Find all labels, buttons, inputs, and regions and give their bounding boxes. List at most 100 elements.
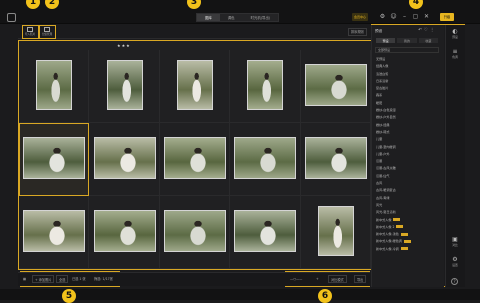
photo-cell[interactable] [159, 50, 231, 123]
side-compare[interactable]: ▣ 对比 [446, 236, 464, 247]
tab-color[interactable]: 调色 [220, 14, 243, 21]
sliders-icon: ≡ [452, 48, 458, 55]
preset-item[interactable]: 儿童-户外 [376, 151, 438, 158]
preset-item[interactable]: 新中式人像-浅色 [376, 231, 438, 238]
preset-item[interactable]: 新中式人像-暖色调 [376, 238, 438, 245]
preset-item-label: 新中式人像-冷调 [376, 246, 399, 251]
gallery-toolbar [18, 25, 372, 39]
preset-item-label: 古风-青绿 [376, 195, 390, 200]
tab-mine[interactable]: 我的 [396, 37, 418, 44]
preset-item[interactable]: 婚纱-经典 [376, 122, 438, 129]
preset-item-label: 汉服-仙气 [376, 173, 390, 178]
side-tone[interactable]: ≡ 色调 [446, 48, 464, 59]
add-photo-button[interactable]: + 添加照片 [32, 275, 55, 283]
highlight-import [22, 25, 39, 39]
photo-thumbnail [23, 209, 86, 252]
preset-item-label: 复古胶片 [376, 86, 389, 91]
upgrade-button[interactable]: 升级 [440, 13, 454, 21]
preset-item[interactable]: 日系清新 [376, 78, 438, 85]
photo-cell[interactable] [159, 123, 231, 196]
preset-item[interactable]: 儿童 [376, 136, 438, 143]
settings-icon[interactable]: ⚙ [378, 13, 387, 21]
sort-button[interactable]: 排序规则 [348, 28, 367, 36]
minimize-icon[interactable]: – [400, 13, 409, 21]
preset-item[interactable]: 清透白皙 [376, 71, 438, 78]
photo-image [235, 137, 296, 178]
preset-item-label: 儿童-户外 [376, 151, 390, 156]
preset-item[interactable]: 新中式人像-冷调 [376, 246, 438, 253]
preset-category-select[interactable]: 全部预设 [375, 47, 439, 53]
side-settings[interactable]: ⚙ 设置 [446, 256, 464, 267]
close-icon[interactable]: ✕ [422, 13, 431, 21]
tab-gallery[interactable]: 图库 [197, 14, 220, 21]
side-preset[interactable]: ◐ 预设 [446, 28, 464, 39]
photo-image [318, 206, 353, 255]
rating-stars: ★★★ [117, 43, 131, 48]
window-controls: ⚙ ☺ – ▢ ✕ [378, 13, 431, 21]
compare-mode-button[interactable]: 对比模式 [328, 275, 347, 283]
zoom-plus-icon[interactable]: + [316, 275, 319, 283]
photo-thumbnail [234, 136, 297, 179]
photo-image [107, 60, 142, 109]
tab-presets[interactable]: 预设 [375, 37, 397, 44]
preset-item[interactable]: 婚纱-白色浪漫 [376, 107, 438, 114]
preset-item[interactable]: 汉服-古风淡雅 [376, 165, 438, 172]
preset-item-label: 古风-暖调复古 [376, 188, 396, 193]
preset-item[interactable]: 经典人像 [376, 63, 438, 70]
highlight-manage [39, 25, 56, 39]
vip-center-button[interactable]: 会员中心 [352, 13, 369, 21]
preset-item-label: 婚纱-户外自然 [376, 115, 396, 120]
help-icon[interactable]: ? [451, 278, 458, 285]
preset-item-label: 汉服-古风淡雅 [376, 166, 396, 171]
new-badge [393, 218, 401, 222]
more-icon[interactable]: ⋮ [430, 28, 437, 33]
user-icon[interactable]: ☺ [389, 13, 398, 21]
photo-cell[interactable] [19, 50, 90, 123]
photo-image [305, 137, 366, 178]
top-tabs: 图库 调色 时光机(导出) [196, 13, 280, 22]
preset-item[interactable]: 复古胶片 [376, 85, 438, 92]
photo-cell[interactable] [300, 123, 371, 196]
tab-favorites[interactable]: 收藏 [417, 37, 439, 44]
side-tone-label: 色调 [452, 55, 458, 59]
preset-item[interactable]: 古风-暖调复古 [376, 187, 438, 194]
filter-count: 筛选: 1/17张 [94, 277, 113, 281]
preset-item[interactable]: 古风-青绿 [376, 195, 438, 202]
photo-cell[interactable] [89, 123, 160, 196]
photo-cell[interactable] [300, 50, 371, 123]
preset-item[interactable]: 暖阳 [376, 100, 438, 107]
zoom-slider[interactable]: —○—— [290, 275, 302, 283]
photo-cell[interactable] [159, 196, 231, 269]
photo-cell[interactable] [89, 196, 160, 269]
new-badge [400, 247, 408, 251]
preset-item-label: 风光 [376, 202, 383, 207]
preset-item[interactable]: 风光-夏日清新 [376, 209, 438, 216]
preset-item-label: 儿童 [376, 137, 383, 142]
preset-item[interactable]: 森系 [376, 92, 438, 99]
preset-item[interactable]: 古风 [376, 180, 438, 187]
preset-item-label: 婚纱-韩式 [376, 129, 390, 134]
tab-export[interactable]: 时光机(导出) [243, 14, 279, 21]
preset-item[interactable]: 风光 [376, 202, 438, 209]
photo-cell[interactable] [230, 196, 301, 269]
select-all-button[interactable]: 全选 [56, 275, 69, 283]
preset-item-label: 古风 [376, 181, 383, 186]
preset-item[interactable]: 婚纱-韩式 [376, 129, 438, 136]
preset-item[interactable]: 新中式人像 [376, 217, 438, 224]
grid-view-icon[interactable]: ▦ [23, 275, 26, 283]
preset-item-label: 婚纱-经典 [376, 122, 390, 127]
photo-cell[interactable] [230, 123, 301, 196]
photo-cell[interactable] [19, 196, 90, 269]
preset-item[interactable]: 汉服 [376, 158, 438, 165]
preset-item[interactable]: 新中式人像 2 [376, 224, 438, 231]
preset-item[interactable]: 无预设 [376, 56, 438, 63]
export-button[interactable]: 导出 [354, 275, 367, 283]
preset-item[interactable]: 汉服-仙气 [376, 173, 438, 180]
maximize-icon[interactable]: ▢ [411, 13, 420, 21]
photo-cell[interactable] [19, 123, 90, 196]
photo-cell[interactable] [89, 50, 160, 123]
photo-cell[interactable] [300, 196, 371, 269]
preset-item[interactable]: 婚纱-户外自然 [376, 114, 438, 121]
preset-item[interactable]: 儿童-室内暖调 [376, 144, 438, 151]
photo-cell[interactable] [230, 50, 301, 123]
